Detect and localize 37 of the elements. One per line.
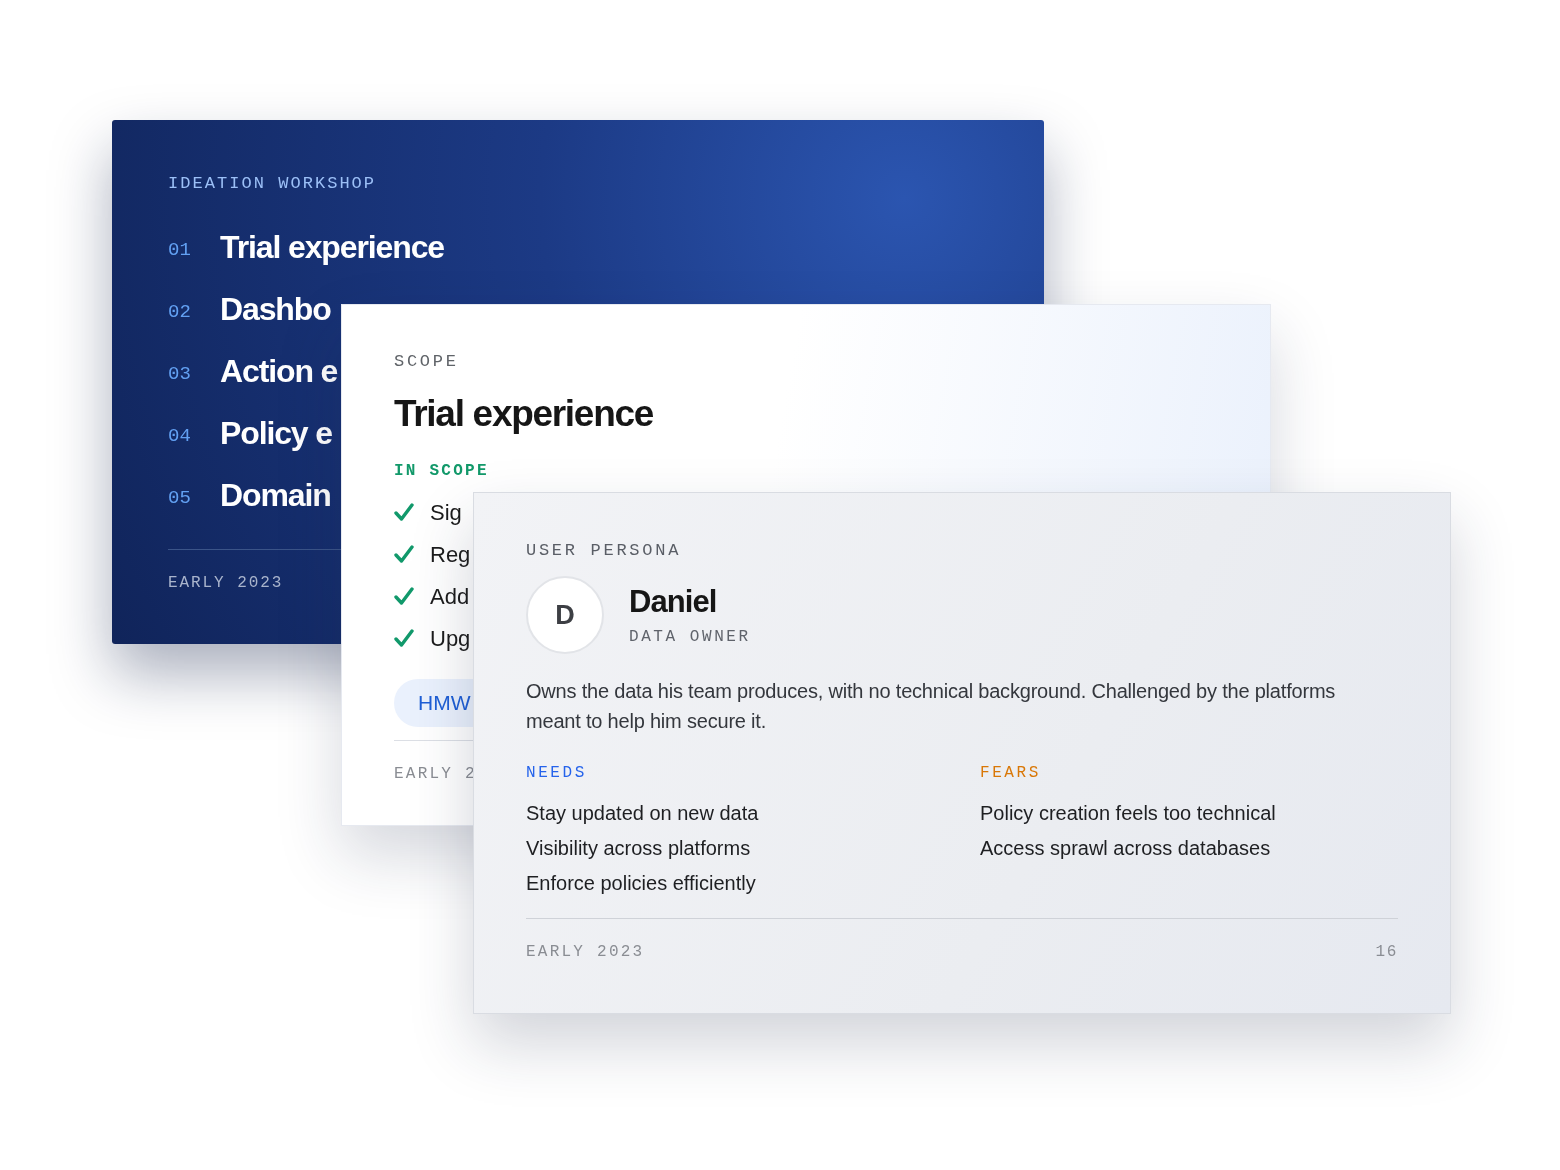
- slide-eyebrow: IDEATION WORKSHOP: [168, 175, 378, 193]
- slide-title: Trial experience: [394, 392, 654, 436]
- item-number: 04: [168, 423, 192, 449]
- list-item: Access sprawl across databases: [980, 836, 1272, 861]
- item-number: 03: [168, 361, 192, 387]
- list-item: Enforce policies efficiently: [526, 871, 757, 896]
- column-heading: NEEDS: [526, 764, 588, 782]
- agenda-title: Dashbo: [220, 290, 331, 329]
- slide-footer: EARLY 2023: [526, 943, 645, 961]
- page-number: 16: [1375, 943, 1398, 961]
- persona-description: Owns the data his team produces, with no technical background. Challenged by the platforms meant to help him secure it.: [526, 679, 1337, 734]
- column-heading: FEARS: [980, 764, 1042, 782]
- agenda-title: Policy e: [220, 414, 332, 453]
- persona-role: DATA OWNER: [629, 628, 751, 646]
- agenda-title: Trial experience: [220, 228, 444, 267]
- agenda-title: Action e: [220, 352, 338, 391]
- scope-item: Upg: [430, 624, 471, 653]
- list-item: Stay updated on new data: [526, 801, 760, 826]
- agenda-title: Domain: [220, 476, 331, 515]
- check-icon: [394, 502, 414, 522]
- slide-eyebrow: SCOPE: [394, 353, 460, 371]
- check-icon: [394, 544, 414, 564]
- scope-item: Reg: [430, 540, 471, 569]
- scope-item: Add: [430, 582, 470, 611]
- scope-item: Sig: [430, 498, 462, 527]
- slide-eyebrow: USER PERSONA: [526, 542, 683, 560]
- slide-footer: EARLY 2023: [168, 574, 284, 592]
- list-item: Policy creation feels too technical: [980, 801, 1277, 826]
- check-icon: [394, 628, 414, 648]
- item-number: 02: [168, 299, 192, 325]
- check-icon: [394, 586, 414, 606]
- section-label: IN SCOPE: [394, 462, 490, 480]
- item-number: 01: [168, 237, 192, 263]
- slide-footer: EARLY 2: [394, 765, 477, 783]
- item-number: 05: [168, 485, 192, 511]
- list-item: Visibility across platforms: [526, 836, 752, 861]
- persona-name: Daniel: [629, 584, 718, 620]
